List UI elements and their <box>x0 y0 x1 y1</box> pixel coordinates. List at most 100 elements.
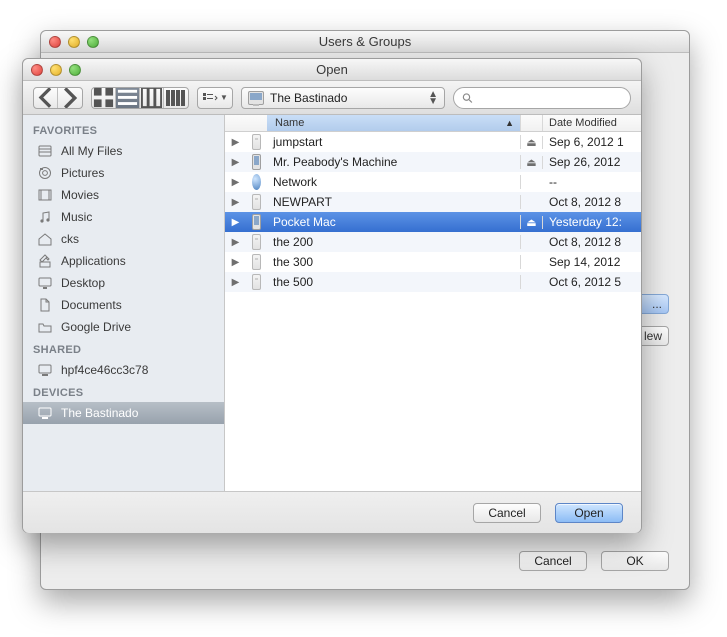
monitor-icon <box>37 405 53 421</box>
open-dialog: Open <box>22 58 642 533</box>
zoom-icon[interactable] <box>69 64 81 76</box>
sidebar-item-google-drive[interactable]: Google Drive <box>23 316 224 338</box>
desktop-icon <box>37 275 53 291</box>
sidebar-item-pictures[interactable]: Pictures <box>23 162 224 184</box>
file-rows: ▶jumpstart⏏Sep 6, 2012 1▶Mr. Peabody's M… <box>225 132 641 491</box>
users-groups-title: Users & Groups <box>41 34 689 49</box>
sidebar-item-cks[interactable]: cks <box>23 228 224 250</box>
file-row[interactable]: ▶the 500Oct 6, 2012 5 <box>225 272 641 292</box>
file-icon <box>246 274 267 290</box>
search-input[interactable] <box>478 90 622 106</box>
file-date: Sep 14, 2012 <box>543 255 641 269</box>
sidebar-heading-devices: DEVICES <box>23 381 224 402</box>
disclosure-triangle-icon[interactable]: ▶ <box>225 257 246 268</box>
file-row[interactable]: ▶NEWPARTOct 8, 2012 8 <box>225 192 641 212</box>
chevron-updown-icon: ▲▼ <box>428 91 438 105</box>
users-groups-titlebar[interactable]: Users & Groups <box>41 31 689 53</box>
sidebar-item-desktop[interactable]: Desktop <box>23 272 224 294</box>
users-groups-ok-button[interactable]: OK <box>601 551 669 571</box>
minimize-icon[interactable] <box>50 64 62 76</box>
close-icon[interactable] <box>49 36 61 48</box>
monitor-icon <box>248 91 264 105</box>
sidebar-heading-shared: SHARED <box>23 338 224 359</box>
traffic-lights <box>31 64 81 76</box>
sort-asc-icon: ▲ <box>505 118 514 128</box>
open-dialog-footer: Cancel Open <box>23 491 641 533</box>
sidebar-item-documents[interactable]: Documents <box>23 294 224 316</box>
browser-area: FAVORITES All My FilesPicturesMoviesMusi… <box>23 115 641 491</box>
view-list-button[interactable] <box>116 88 140 108</box>
pictures-icon <box>37 165 53 181</box>
file-icon <box>246 154 267 170</box>
minimize-icon[interactable] <box>68 36 80 48</box>
sidebar-item-the-bastinado[interactable]: The Bastinado <box>23 402 224 424</box>
movies-icon <box>37 187 53 203</box>
sidebar-item-label: Pictures <box>61 166 104 180</box>
users-groups-cancel-button[interactable]: Cancel <box>519 551 587 571</box>
view-icons-button[interactable] <box>92 88 116 108</box>
file-icon <box>246 134 267 150</box>
column-name-header[interactable]: Name ▲ <box>267 115 521 131</box>
open-toolbar: ▼ The Bastinado ▲▼ <box>23 81 641 115</box>
column-expand[interactable] <box>225 115 246 131</box>
file-date: Oct 8, 2012 8 <box>543 235 641 249</box>
home-icon <box>37 231 53 247</box>
eject-icon[interactable]: ⏏ <box>521 136 543 149</box>
file-date: -- <box>543 175 641 189</box>
file-row[interactable]: ▶Pocket Mac⏏Yesterday 12: <box>225 212 641 232</box>
file-row[interactable]: ▶the 300Sep 14, 2012 <box>225 252 641 272</box>
location-popup[interactable]: The Bastinado ▲▼ <box>241 87 445 109</box>
disclosure-triangle-icon[interactable]: ▶ <box>225 177 246 188</box>
docs-icon <box>37 297 53 313</box>
nav-back-button[interactable] <box>34 88 58 108</box>
file-date: Sep 26, 2012 <box>543 155 641 169</box>
search-field[interactable] <box>453 87 631 109</box>
file-row[interactable]: ▶jumpstart⏏Sep 6, 2012 1 <box>225 132 641 152</box>
open-dialog-title: Open <box>23 62 641 77</box>
open-dialog-titlebar[interactable]: Open <box>23 59 641 81</box>
file-row[interactable]: ▶Network-- <box>225 172 641 192</box>
column-eject <box>521 115 543 131</box>
sidebar-item-music[interactable]: Music <box>23 206 224 228</box>
monitor-icon <box>37 362 53 378</box>
nav-forward-button[interactable] <box>58 88 82 108</box>
sidebar: FAVORITES All My FilesPicturesMoviesMusi… <box>23 115 225 491</box>
close-icon[interactable] <box>31 64 43 76</box>
arrange-button[interactable]: ▼ <box>198 88 232 108</box>
column-date-header[interactable]: Date Modified <box>543 115 641 131</box>
view-columns-button[interactable] <box>140 88 164 108</box>
column-name-label: Name <box>275 117 304 129</box>
file-name: jumpstart <box>267 135 521 149</box>
eject-icon[interactable]: ⏏ <box>521 216 543 229</box>
sidebar-item-applications[interactable]: Applications <box>23 250 224 272</box>
sidebar-item-all-my-files[interactable]: All My Files <box>23 140 224 162</box>
disclosure-triangle-icon[interactable]: ▶ <box>225 157 246 168</box>
sidebar-item-label: cks <box>61 232 79 246</box>
sidebar-item-label: Google Drive <box>61 320 131 334</box>
view-coverflow-button[interactable] <box>164 88 188 108</box>
open-button[interactable]: Open <box>555 503 623 523</box>
disclosure-triangle-icon[interactable]: ▶ <box>225 237 246 248</box>
disclosure-triangle-icon[interactable]: ▶ <box>225 197 246 208</box>
eject-icon[interactable]: ⏏ <box>521 156 543 169</box>
apps-icon <box>37 253 53 269</box>
zoom-icon[interactable] <box>87 36 99 48</box>
disclosure-triangle-icon[interactable]: ▶ <box>225 137 246 148</box>
column-date-label: Date Modified <box>549 117 617 129</box>
sidebar-item-label: hpf4ce46cc3c78 <box>61 363 148 377</box>
file-row[interactable]: ▶ Mr. Peabody's Machine⏏Sep 26, 2012 <box>225 152 641 172</box>
all-icon <box>37 143 53 159</box>
disclosure-triangle-icon[interactable]: ▶ <box>225 277 246 288</box>
disclosure-triangle-icon[interactable]: ▶ <box>225 217 246 228</box>
music-icon <box>37 209 53 225</box>
list-header: Name ▲ Date Modified <box>225 115 641 132</box>
traffic-lights <box>49 36 99 48</box>
sidebar-item-label: All My Files <box>61 144 122 158</box>
cancel-button[interactable]: Cancel <box>473 503 541 523</box>
file-name: Mr. Peabody's Machine <box>267 155 521 169</box>
sidebar-item-label: Movies <box>61 188 99 202</box>
file-name: the 200 <box>267 235 521 249</box>
sidebar-item-hpf4ce46cc3c78[interactable]: hpf4ce46cc3c78 <box>23 359 224 381</box>
sidebar-item-movies[interactable]: Movies <box>23 184 224 206</box>
file-row[interactable]: ▶ the 200 Oct 8, 2012 8 <box>225 232 641 252</box>
